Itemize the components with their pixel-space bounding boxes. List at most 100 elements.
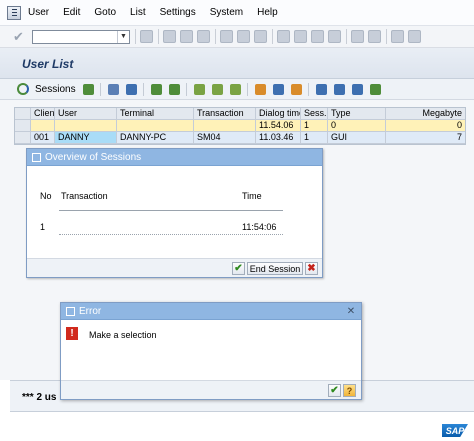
new-session-icon[interactable] <box>350 30 364 43</box>
grid-layout-icon[interactable] <box>254 83 266 95</box>
column-icon[interactable] <box>272 83 284 95</box>
find-next-icon[interactable] <box>253 30 267 43</box>
cell-user <box>55 120 117 132</box>
details-icon[interactable] <box>107 83 119 95</box>
error-dialog-titlebar[interactable]: Error ✕ <box>61 303 361 320</box>
cell-megabyte: 7 <box>386 132 465 144</box>
sessions-overview-dialog: Overview of Sessions No Transaction Time… <box>26 148 323 278</box>
standard-toolbar: ✔ ▼ <box>0 26 474 48</box>
column-header-type[interactable]: Type <box>328 108 386 120</box>
change-layout-icon[interactable] <box>333 83 345 95</box>
column-header-time: Time <box>242 191 262 201</box>
column-header-megabyte[interactable]: Megabyte <box>386 108 465 120</box>
column-header-transaction: Transaction <box>61 191 108 201</box>
cancel-icon: ✖ <box>307 263 316 274</box>
row-selector[interactable] <box>15 132 31 144</box>
sessions-label: Sessions <box>35 83 76 95</box>
cell-transaction <box>194 120 256 132</box>
layout-icon[interactable] <box>407 30 421 43</box>
close-icon[interactable]: ✕ <box>345 305 357 317</box>
end-session-label: End Session <box>249 263 301 274</box>
previous-page-icon[interactable] <box>293 30 307 43</box>
menu-icon[interactable] <box>7 5 21 20</box>
sap-logo: SAP <box>442 424 468 437</box>
toolbar-separator <box>214 29 216 44</box>
menu-edit[interactable]: Edit <box>63 7 80 18</box>
menu-user[interactable]: User <box>28 7 49 18</box>
table-row[interactable]: 11.54.06 1 0 0 <box>15 120 465 132</box>
refresh-icon[interactable] <box>290 83 302 95</box>
cancel-button[interactable]: ✖ <box>305 262 318 275</box>
cell-dialog-time: 11.03.46 <box>256 132 301 144</box>
session-number: 1 <box>40 222 46 232</box>
toolbar-separator <box>307 82 309 96</box>
save-icon[interactable] <box>139 30 153 43</box>
choose-layout-icon[interactable] <box>315 83 327 95</box>
first-page-icon[interactable] <box>276 30 290 43</box>
end-session-button[interactable]: End Session <box>247 262 303 275</box>
table-row[interactable]: 001 DANNY DANNY-PC SM04 11.03.46 1 GUI 7 <box>15 132 465 144</box>
toolbar-separator <box>134 29 136 44</box>
menu-settings[interactable]: Settings <box>160 7 196 18</box>
column-header-dialog-time[interactable]: Dialog time <box>256 108 301 120</box>
error-dialog-title: Error <box>79 305 102 317</box>
sort-ascending-icon[interactable] <box>150 83 162 95</box>
filter-icon[interactable] <box>125 83 137 95</box>
user-grid: Client User Terminal Transaction Dialog … <box>14 107 466 145</box>
sessions-icon <box>17 83 29 95</box>
next-page-icon[interactable] <box>310 30 324 43</box>
help-icon[interactable] <box>390 30 404 43</box>
sessions-button[interactable]: Sessions <box>17 83 76 95</box>
session-time: 11:54:06 <box>242 222 277 232</box>
menu-system[interactable]: System <box>210 7 243 18</box>
print-icon[interactable] <box>219 30 233 43</box>
last-page-icon[interactable] <box>327 30 341 43</box>
select-all-icon[interactable] <box>15 108 31 120</box>
toolbar-separator <box>185 82 187 96</box>
window-icon <box>66 306 75 316</box>
menu-goto[interactable]: Goto <box>94 7 116 18</box>
toolbar-separator <box>345 29 347 44</box>
cancel-icon[interactable] <box>196 30 210 43</box>
column-header-sessions[interactable]: Sess. <box>301 108 328 120</box>
edit-icon[interactable] <box>351 83 363 95</box>
application-toolbar: Sessions <box>0 79 474 100</box>
exit-icon[interactable] <box>179 30 193 43</box>
cell-megabyte: 0 <box>386 120 465 132</box>
cell-transaction: SM04 <box>194 132 256 144</box>
back-icon[interactable] <box>162 30 176 43</box>
menu-list[interactable]: List <box>130 7 146 18</box>
sum-icon[interactable] <box>229 83 241 95</box>
checkmark-icon: ✔ <box>234 263 243 274</box>
error-message: Make a selection <box>89 330 157 340</box>
print-preview-icon[interactable] <box>211 83 223 95</box>
toolbar-separator <box>142 82 144 96</box>
menu-help[interactable]: Help <box>257 7 278 18</box>
spreadsheet-icon[interactable] <box>369 83 381 95</box>
enter-icon[interactable]: ✔ <box>13 29 24 45</box>
find-icon[interactable] <box>236 30 250 43</box>
column-header-client[interactable]: Client <box>31 108 55 120</box>
shortcut-icon[interactable] <box>367 30 381 43</box>
error-dialog-footer: ✔ ? <box>61 380 361 399</box>
column-header-terminal[interactable]: Terminal <box>117 108 194 120</box>
sessions-dialog-footer: ✔ End Session ✖ <box>27 258 322 277</box>
chevron-down-icon[interactable]: ▼ <box>116 30 129 43</box>
window-icon <box>32 152 41 162</box>
sort-descending-icon[interactable] <box>168 83 180 95</box>
toolbar-separator <box>157 29 159 44</box>
column-header-transaction[interactable]: Transaction <box>194 108 256 120</box>
continue-button[interactable]: ✔ <box>328 384 341 397</box>
user-icon[interactable] <box>82 83 94 95</box>
row-selector[interactable] <box>15 120 31 132</box>
sessions-dialog-titlebar[interactable]: Overview of Sessions <box>27 149 322 166</box>
toolbar-separator <box>385 29 387 44</box>
confirm-button[interactable]: ✔ <box>232 262 245 275</box>
cell-type: 0 <box>328 120 386 132</box>
command-field[interactable]: ▼ <box>31 29 130 44</box>
help-button[interactable]: ? <box>343 384 356 397</box>
export-icon[interactable] <box>193 83 205 95</box>
column-header-user[interactable]: User <box>55 108 117 120</box>
cell-sessions: 1 <box>301 132 328 144</box>
menu-bar: User Edit Goto List Settings System Help <box>0 0 474 26</box>
